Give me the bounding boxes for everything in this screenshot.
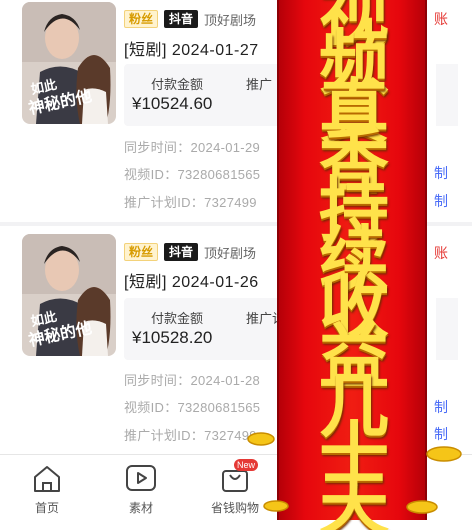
gold-coin-icon <box>426 446 462 462</box>
copy-link[interactable]: 制 <box>434 397 448 417</box>
drama-poster-image: 如此 神秘的他 <box>22 2 116 124</box>
pay-amount-value: ¥10524.60 <box>132 94 213 113</box>
promo-banner: 视频真香持续收益几十天 <box>277 0 427 530</box>
copy-link[interactable]: 制 <box>434 163 448 183</box>
tag-row: 粉丝 抖音 顶好剧场 <box>124 242 256 262</box>
gold-coin-icon <box>406 500 438 514</box>
pay-amount-label: 付款金额 <box>151 77 204 92</box>
video-id: 视频ID：73280681565 <box>124 400 261 415</box>
banner-char: 天 <box>319 463 389 530</box>
new-badge: New <box>233 459 258 471</box>
play-icon <box>124 463 158 493</box>
fans-tag: 粉丝 <box>124 243 159 261</box>
nav-label: 素材 <box>128 501 153 515</box>
sync-time: 同步时间：2024-01-29 <box>124 140 260 155</box>
douyin-tag: 抖音 <box>164 10 199 28</box>
sync-time: 同步时间：2024-01-28 <box>124 373 260 388</box>
promo-plan-id: 推广计划ID：7327499 <box>124 428 257 443</box>
side-box <box>436 298 458 360</box>
copy-link[interactable]: 制 <box>434 424 448 444</box>
douyin-tag: 抖音 <box>164 243 199 261</box>
gold-coin-icon <box>247 432 275 446</box>
fans-tag: 粉丝 <box>124 10 159 28</box>
shopping-bag-icon: New <box>218 459 258 493</box>
order-title: [短剧] 2024-01-26 <box>124 274 259 291</box>
home-icon <box>30 463 64 493</box>
store-name: 顶好剧场 <box>204 245 257 261</box>
pay-amount-label: 付款金额 <box>151 311 204 326</box>
video-id: 视频ID：73280681565 <box>124 167 261 182</box>
promo-label: 推广 <box>246 77 273 92</box>
promo-plan-id: 推广计划ID：7327499 <box>124 195 257 210</box>
order-title: [短剧] 2024-01-27 <box>124 42 259 59</box>
tag-row: 粉丝 抖音 顶好剧场 <box>124 9 256 29</box>
nav-label: 首页 <box>34 501 59 515</box>
account-label: 账 <box>434 11 448 27</box>
side-box <box>436 64 458 126</box>
drama-poster-image: 如此 神秘的他 <box>22 234 116 356</box>
drama-thumbnail[interactable]: 如此 神秘的他 <box>22 234 116 356</box>
pay-amount-value: ¥10528.20 <box>132 328 213 347</box>
gold-coin-icon <box>263 500 289 512</box>
copy-link[interactable]: 制 <box>434 191 448 211</box>
banner-text: 视频真香持续收益几十天 <box>279 0 429 530</box>
nav-item-home[interactable]: 首页 <box>2 463 92 516</box>
nav-item-material[interactable]: 素材 <box>96 463 186 516</box>
account-label: 账 <box>434 245 448 261</box>
store-name: 顶好剧场 <box>204 12 257 28</box>
drama-thumbnail[interactable]: 如此 神秘的他 <box>22 2 116 124</box>
